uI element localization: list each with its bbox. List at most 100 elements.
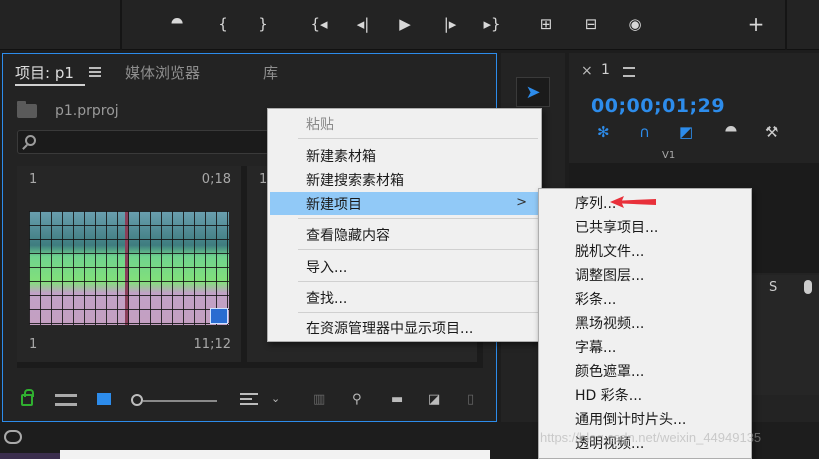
menu-item-paste: 粘贴 (270, 112, 539, 135)
tab-library[interactable]: 库 (263, 62, 278, 83)
tab-project[interactable]: 项目: p1 (15, 62, 74, 83)
transport-toolbar: ⯊ { } {◂ ◂| ▶ |▸ ▸} ⊞ ⊟ ◉ + (0, 0, 819, 50)
submenu-item-countdown-leader[interactable]: 通用倒计时片头... (541, 407, 749, 431)
wrench-icon[interactable]: ⚒ (765, 123, 778, 141)
submenu-item-hd-bars[interactable]: HD 彩条... (541, 383, 749, 407)
menu-separator (298, 218, 538, 219)
sort-icon[interactable] (240, 393, 258, 405)
icon-view-icon[interactable] (97, 393, 111, 405)
search-icon (25, 135, 36, 146)
clip-card[interactable]: 1 0;18 1 11;12 (17, 166, 241, 362)
find-icon[interactable]: ⚲ (352, 392, 362, 407)
folder-icon[interactable] (17, 101, 37, 118)
menu-separator (298, 281, 538, 282)
menu-separator (298, 138, 538, 139)
step-back-icon[interactable]: ◂| (349, 12, 377, 36)
marker-icon[interactable]: ⯊ (163, 12, 191, 36)
menu-item-label: HD 彩条... (575, 388, 643, 404)
clip-duration: 0;18 (201, 172, 231, 187)
lock-icon[interactable] (21, 389, 34, 406)
menu-item-import[interactable]: 导入... (270, 255, 539, 278)
clip-index: 1 (29, 172, 38, 187)
submenu-item-adjustment-layer[interactable]: 调整图层... (541, 263, 749, 287)
menu-item-find[interactable]: 查找... (270, 286, 539, 309)
new-item-icon[interactable]: ◪ (428, 392, 440, 407)
chevron-down-icon[interactable]: ⌄ (271, 392, 280, 406)
menu-item-new-bin[interactable]: 新建素材箱 (270, 144, 539, 167)
project-bottom-bar: ⌄ ▥ ⚲ ▬ ◪ ▯ (3, 384, 496, 414)
taskbar-strip (60, 450, 490, 459)
menu-item-label: 查找... (306, 290, 348, 307)
submenu-item-title[interactable]: 字幕... (541, 335, 749, 359)
overwrite-icon[interactable]: ⊟ (577, 12, 605, 36)
panel-menu-icon[interactable] (89, 67, 101, 77)
list-view-icon[interactable] (55, 394, 77, 406)
toolbar-separator (120, 0, 122, 50)
selection-tool-icon[interactable]: ➤ (516, 77, 550, 107)
menu-item-view-hidden[interactable]: 查看隐藏内容 (270, 223, 539, 246)
zoom-slider-handle[interactable] (131, 394, 143, 406)
submenu-item-bars-and-tone[interactable]: 彩条... (541, 287, 749, 311)
search-input[interactable] (17, 130, 269, 154)
clip-label-duration: 11;12 (193, 337, 231, 352)
bin-path: p1.prproj (17, 101, 119, 121)
submenu-item-offline-file[interactable]: 脱机文件... (541, 239, 749, 263)
zoom-slider-track[interactable] (143, 400, 217, 402)
close-icon[interactable]: × (581, 63, 593, 79)
export-frame-icon[interactable]: ◉ (621, 12, 649, 36)
new-item-submenu: 序列... 已共享项目... 脱机文件... 调整图层... 彩条... 黑场视… (538, 188, 752, 459)
sequence-badge-icon (210, 308, 228, 324)
submenu-item-color-matte[interactable]: 颜色遮罩... (541, 359, 749, 383)
add-marker-icon[interactable]: ⯊ (725, 123, 737, 141)
solo-button[interactable]: S (769, 280, 777, 295)
menu-item-label: 新建搜索素材箱 (306, 172, 404, 189)
microphone-icon[interactable] (804, 280, 812, 294)
menu-item-label: 新建素材箱 (306, 148, 376, 165)
automate-icon: ▥ (313, 392, 326, 407)
menu-item-label: 字幕... (575, 340, 617, 356)
playhead-timecode[interactable]: 00;00;01;29 (591, 95, 725, 117)
insert-icon[interactable]: ⊞ (532, 12, 560, 36)
menu-item-label: 在资源管理器中显示项目... (306, 320, 474, 337)
menu-item-new-item[interactable]: 新建项目 > (270, 192, 539, 215)
menu-item-label: 新建项目 (306, 196, 362, 213)
project-tabs: 项目: p1 媒体浏览器 库 (3, 54, 496, 88)
menu-item-label: 调整图层... (575, 268, 645, 284)
nest-icon[interactable]: ✻ (597, 123, 610, 141)
creative-cloud-icon[interactable] (4, 430, 22, 444)
track-label: V1 (662, 150, 676, 161)
add-button-icon[interactable]: + (742, 12, 770, 36)
menu-item-label: 脱机文件... (575, 244, 645, 260)
menu-item-label: 黑场视频... (575, 316, 645, 332)
go-to-in-icon[interactable]: {◂ (305, 12, 333, 36)
context-menu: 粘贴 新建素材箱 新建搜索素材箱 新建项目 > 查看隐藏内容 导入... 查找..… (267, 108, 542, 342)
active-tab-underline (15, 84, 85, 86)
annotation-arrow-icon (610, 196, 656, 208)
go-to-out-icon[interactable]: ▸} (478, 12, 506, 36)
watermark: https://blog.csdn.net/weixin_44949135 (540, 430, 762, 445)
menu-item-label: 彩条... (575, 292, 617, 308)
submenu-item-shared-project[interactable]: 已共享项目... (541, 215, 749, 239)
play-icon[interactable]: ▶ (391, 12, 419, 36)
menu-separator (298, 312, 538, 313)
new-bin-icon[interactable]: ▬ (391, 392, 403, 407)
panel-menu-icon[interactable] (623, 67, 635, 77)
submenu-item-black-video[interactable]: 黑场视频... (541, 311, 749, 335)
snap-icon[interactable]: ∩ (639, 123, 650, 141)
trash-icon: ▯ (467, 392, 475, 407)
menu-item-label: 导入... (306, 259, 348, 276)
menu-item-label: 已共享项目... (575, 220, 659, 236)
toolbar-separator (785, 0, 787, 50)
step-forward-icon[interactable]: |▸ (436, 12, 464, 36)
tab-media-browser[interactable]: 媒体浏览器 (125, 62, 200, 83)
menu-item-new-search-bin[interactable]: 新建搜索素材箱 (270, 168, 539, 191)
menu-item-label: 查看隐藏内容 (306, 227, 390, 244)
taskbar-strip (0, 453, 60, 459)
sequence-tab[interactable]: 1 (601, 62, 610, 78)
linked-selection-icon[interactable]: ◩ (679, 123, 693, 141)
mark-out-icon[interactable]: } (249, 12, 277, 36)
timeline-tools: ✻ ∩ ◩ ⯊ ⚒ (597, 123, 797, 143)
clip-thumbnail[interactable] (29, 211, 229, 325)
menu-item-reveal-in-explorer[interactable]: 在资源管理器中显示项目... (270, 316, 539, 339)
mark-in-icon[interactable]: { (209, 12, 237, 36)
